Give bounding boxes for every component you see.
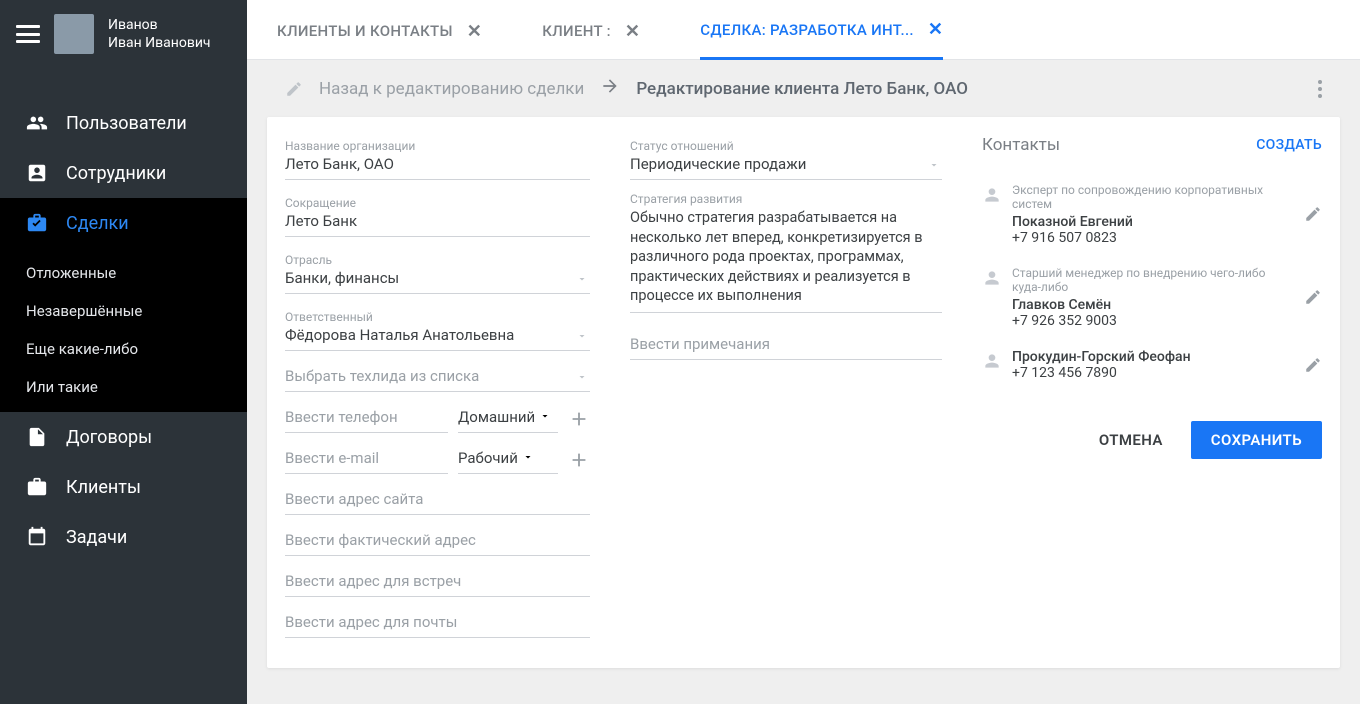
breadcrumb-back[interactable]: Назад к редактированию сделки — [319, 79, 584, 99]
contacts-header: Контакты СОЗДАТЬ — [982, 135, 1322, 155]
briefcase-icon — [26, 476, 48, 498]
nav-employees[interactable]: Сотрудники — [0, 148, 247, 198]
nav-users[interactable]: Пользователи — [0, 98, 247, 148]
tab-label: КЛИЕНТЫ И КОНТАКТЫ — [277, 22, 453, 40]
main: КЛИЕНТЫ И КОНТАКТЫ ✕ КЛИЕНТ : ✕ СДЕЛКА: … — [247, 0, 1360, 704]
tab-deal[interactable]: СДЕЛКА: РАЗРАБОТКА ИНТ... ✕ — [700, 0, 943, 60]
contact-item: Старший менеджер по внедрению чего-либо … — [982, 256, 1322, 339]
sidebar-header: Иванов Иван Иванович — [0, 0, 247, 68]
field-responsible[interactable]: Ответственный Фёдорова Наталья Анатольев… — [285, 306, 590, 351]
nav: Пользователи Сотрудники Сделки Отложенны… — [0, 98, 247, 562]
nav-deals[interactable]: Сделки — [0, 198, 247, 248]
field-techlead[interactable]: Выбрать техлида из списка — [285, 363, 590, 392]
tab-label: СДЕЛКА: РАЗРАБОТКА ИНТ... — [700, 21, 914, 39]
create-contact-link[interactable]: СОЗДАТЬ — [1256, 137, 1322, 153]
field-status[interactable]: Статус отношений Периодические продажи — [630, 135, 942, 180]
calendar-icon — [26, 526, 48, 548]
file-icon — [26, 426, 48, 448]
tab-client[interactable]: КЛИЕНТ : ✕ — [542, 1, 640, 59]
form-actions: ОТМЕНА СОХРАНИТЬ — [982, 421, 1322, 459]
nav-label: Договоры — [66, 427, 152, 448]
contact-item: Прокудин-Горский Феофан +7 123 456 7890 — [982, 339, 1322, 391]
chevron-down-icon — [576, 273, 588, 285]
field-short-name[interactable]: Сокращение Лето Банк — [285, 192, 590, 237]
chevron-down-icon — [522, 451, 534, 463]
nav-contracts[interactable]: Договоры — [0, 412, 247, 462]
field-site[interactable]: Ввести адрес сайта — [285, 486, 590, 515]
form-card: Название организации Лето Банк, ОАО Сокр… — [267, 117, 1340, 668]
field-org-name[interactable]: Название организации Лето Банк, ОАО — [285, 135, 590, 180]
nav-label: Пользователи — [66, 113, 187, 134]
field-industry[interactable]: Отрасль Банки, финансы — [285, 249, 590, 294]
sub-item-other2[interactable]: Или такие — [0, 368, 247, 406]
field-address-meeting[interactable]: Ввести адрес для встреч — [285, 568, 590, 597]
pencil-icon — [285, 80, 303, 98]
field-email[interactable]: Ввести e-mail — [285, 445, 448, 474]
sidebar: Иванов Иван Иванович Пользователи Сотруд… — [0, 0, 247, 704]
tab-clients-contacts[interactable]: КЛИЕНТЫ И КОНТАКТЫ ✕ — [277, 1, 482, 59]
close-icon[interactable]: ✕ — [625, 21, 640, 42]
field-strategy[interactable]: Стратегия развития Обычно стратегия разр… — [630, 192, 942, 313]
chevron-down-icon — [576, 371, 588, 383]
tab-label: КЛИЕНТ : — [542, 22, 611, 40]
save-button[interactable]: СОХРАНИТЬ — [1191, 421, 1322, 459]
nav-deals-subitems: Отложенные Незавершённые Еще какие-либо … — [0, 248, 247, 412]
nav-label: Сделки — [66, 213, 129, 234]
field-notes[interactable]: Ввести примечания — [630, 331, 942, 360]
close-icon[interactable]: ✕ — [467, 21, 482, 42]
breadcrumb-current: Редактирование клиента Лето Банк, ОАО — [636, 79, 968, 99]
field-phone[interactable]: Ввести телефон — [285, 404, 448, 433]
sub-item-other1[interactable]: Еще какие-либо — [0, 330, 247, 368]
menu-icon[interactable] — [16, 25, 40, 43]
nav-label: Сотрудники — [66, 163, 166, 184]
person-icon — [982, 185, 1002, 205]
person-icon — [26, 162, 48, 184]
breadcrumb: Назад к редактированию сделки Редактиров… — [267, 76, 1340, 117]
sub-item-unfinished[interactable]: Незавершённые — [0, 292, 247, 330]
person-icon — [982, 268, 1002, 288]
pencil-icon[interactable] — [1304, 205, 1322, 223]
nav-clients[interactable]: Клиенты — [0, 462, 247, 512]
field-address-actual[interactable]: Ввести фактический адрес — [285, 527, 590, 556]
content: Назад к редактированию сделки Редактиров… — [247, 60, 1360, 704]
pencil-icon[interactable] — [1304, 356, 1322, 374]
form-column-left: Название организации Лето Банк, ОАО Сокр… — [285, 135, 590, 650]
contacts-title: Контакты — [982, 135, 1060, 155]
nav-label: Клиенты — [66, 477, 141, 498]
user-name: Иванов Иван Иванович — [108, 16, 211, 52]
avatar[interactable] — [54, 14, 94, 54]
contacts-column: Контакты СОЗДАТЬ Эксперт по сопровождени… — [982, 135, 1322, 650]
kebab-menu-icon[interactable] — [1318, 80, 1322, 98]
close-icon[interactable]: ✕ — [928, 19, 943, 40]
select-email-type[interactable]: Рабочий — [458, 445, 558, 474]
form-column-mid: Статус отношений Периодические продажи С… — [630, 135, 942, 650]
nav-label: Задачи — [66, 527, 127, 548]
select-phone-type[interactable]: Домашний — [458, 404, 558, 433]
chevron-down-icon — [539, 410, 551, 422]
people-icon — [26, 112, 48, 134]
chevron-down-icon — [928, 159, 940, 171]
arrow-right-icon — [600, 76, 620, 101]
add-email-button[interactable] — [568, 449, 590, 471]
contact-item: Эксперт по сопровождению корпоративных с… — [982, 173, 1322, 256]
nav-tasks[interactable]: Задачи — [0, 512, 247, 562]
briefcase-check-icon — [26, 212, 48, 234]
pencil-icon[interactable] — [1304, 288, 1322, 306]
add-phone-button[interactable] — [568, 408, 590, 430]
cancel-button[interactable]: ОТМЕНА — [1099, 431, 1163, 449]
chevron-down-icon — [576, 330, 588, 342]
sub-item-postponed[interactable]: Отложенные — [0, 254, 247, 292]
tabs: КЛИЕНТЫ И КОНТАКТЫ ✕ КЛИЕНТ : ✕ СДЕЛКА: … — [247, 0, 1360, 60]
field-address-mail[interactable]: Ввести адрес для почты — [285, 609, 590, 638]
person-icon — [982, 351, 1002, 371]
